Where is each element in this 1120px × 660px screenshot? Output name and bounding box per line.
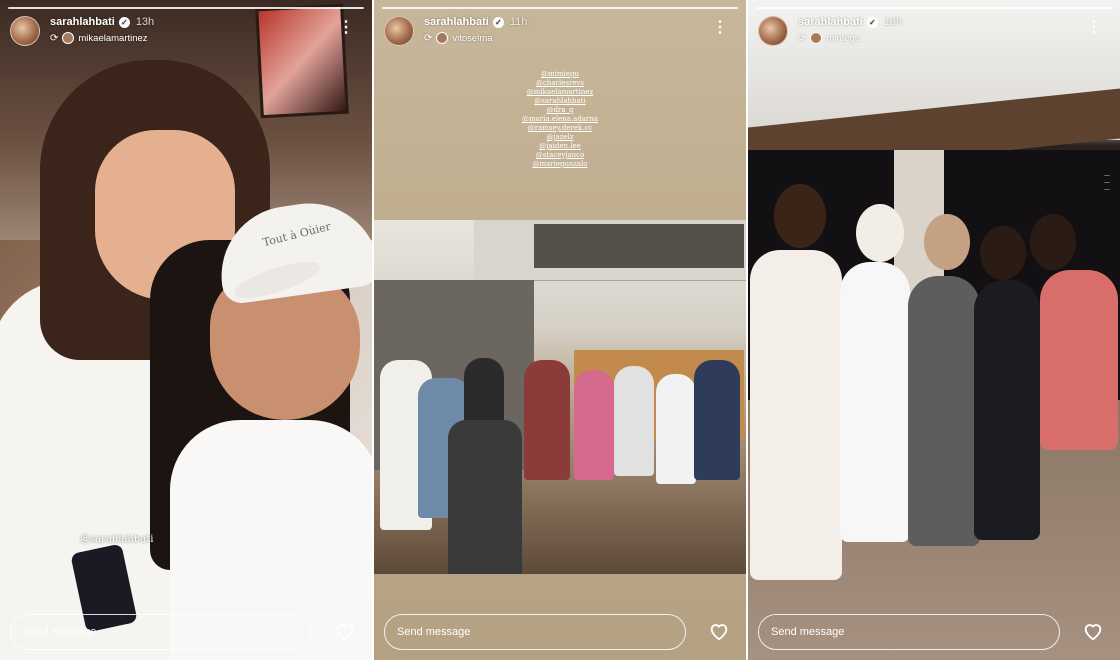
story-footer: Send message <box>10 612 362 652</box>
story-header: sarahlahbati ✓ 10h ⟳ mimegu ⋮ <box>758 14 1110 50</box>
source-username[interactable]: vitoselma <box>452 33 492 44</box>
story-footer: Send message <box>384 612 736 652</box>
tag-mention[interactable]: @dra_g <box>374 106 746 115</box>
person-head <box>980 226 1026 280</box>
tag-mention[interactable]: @jaiden.lee <box>374 142 746 151</box>
story-header: sarahlahbati ✓ 11h ⟳ vitoselma ⋮ <box>384 14 736 50</box>
person <box>908 276 980 546</box>
person <box>694 360 740 480</box>
story-footer: Send message <box>758 612 1110 652</box>
person-head <box>774 184 826 248</box>
send-message-input[interactable]: Send message <box>384 614 686 650</box>
person <box>448 420 522 574</box>
ceiling-mirror <box>534 224 744 268</box>
white-cap <box>856 204 904 262</box>
heart-icon[interactable] <box>334 620 356 642</box>
story-progress-bar <box>756 7 1112 9</box>
post-time: 11h <box>509 16 528 28</box>
repost-icon: ⟳ <box>798 32 807 44</box>
username[interactable]: sarahlahbati <box>50 16 115 28</box>
heart-icon[interactable] <box>1082 620 1104 642</box>
person <box>574 370 614 480</box>
username[interactable]: sarahlahbati <box>424 16 489 28</box>
story-panel-2[interactable]: @mimiegu @charlesrevs @mikaelamartinez @… <box>374 0 746 660</box>
repost-source[interactable]: ⟳ mimegu <box>798 32 860 44</box>
person-head <box>1030 214 1076 270</box>
person <box>974 280 1040 540</box>
story-progress-bar <box>8 7 364 9</box>
story-progress-bar <box>382 7 738 9</box>
story-panel-3[interactable]: — — — sarahlahbati ✓ 10h ⟳ mimegu ⋮ Send mes… <box>748 0 1120 660</box>
avatar[interactable] <box>384 16 414 46</box>
more-options-icon[interactable]: ⋮ <box>338 20 354 36</box>
tag-mention[interactable]: @mikaelamartinez <box>374 88 746 97</box>
mention-sticker[interactable]: @sarahlahbati <box>80 534 153 545</box>
username[interactable]: sarahlahbati <box>798 16 863 28</box>
small-tag-overlay: — — — <box>1104 172 1110 193</box>
tag-list: @mimiegu @charlesrevs @mikaelamartinez @… <box>374 70 746 169</box>
verified-badge-icon: ✓ <box>492 16 504 28</box>
group-of-people <box>374 330 746 574</box>
person <box>614 366 654 476</box>
person <box>750 250 842 580</box>
post-time: 10h <box>883 16 903 28</box>
source-username[interactable]: mikaelamartinez <box>78 33 147 44</box>
verified-badge-icon: ✓ <box>118 16 130 28</box>
story-photo-group-dinner <box>374 220 746 574</box>
tag-mention[interactable]: @mimiegu <box>374 70 746 79</box>
tag-mention[interactable]: @ramsey.derek.cc <box>374 124 746 133</box>
tag-mention[interactable]: @mariegonzalo <box>374 160 746 169</box>
repost-icon: ⟳ <box>424 32 433 44</box>
source-avatar <box>62 32 75 44</box>
more-options-icon[interactable]: ⋮ <box>712 20 728 36</box>
avatar[interactable] <box>10 16 40 46</box>
tag-mention[interactable]: @jazelz <box>374 133 746 142</box>
source-avatar <box>436 32 449 44</box>
tag-mention[interactable]: @sarahlahbati <box>374 97 746 106</box>
repost-source[interactable]: ⟳ mikaelamartinez <box>50 32 148 44</box>
username-row: sarahlahbati ✓ 11h <box>424 16 527 28</box>
repost-icon: ⟳ <box>50 32 59 44</box>
person-head <box>924 214 970 270</box>
tag-mention[interactable]: @maria.elena.adarna <box>374 115 746 124</box>
heart-icon[interactable] <box>708 620 730 642</box>
person <box>1040 270 1118 450</box>
post-time: 13h <box>135 16 155 28</box>
source-avatar <box>810 32 823 44</box>
tag-mention[interactable]: @staceyjanco <box>374 151 746 160</box>
send-message-input[interactable]: Send message <box>10 614 312 650</box>
source-username[interactable]: mimegu <box>826 33 860 44</box>
username-row: sarahlahbati ✓ 10h <box>798 16 902 28</box>
repost-source[interactable]: ⟳ vitoselma <box>424 32 493 44</box>
username-row: sarahlahbati ✓ 13h <box>50 16 154 28</box>
person <box>656 374 696 484</box>
send-message-input[interactable]: Send message <box>758 614 1060 650</box>
story-photo-selfie: Tout à Oùier @sarahlahbati <box>0 0 372 660</box>
person <box>840 262 910 542</box>
more-options-icon[interactable]: ⋮ <box>1086 20 1102 36</box>
story-header: sarahlahbati ✓ 13h ⟳ mikaelamartinez ⋮ <box>10 14 362 50</box>
verified-badge-icon: ✓ <box>866 16 878 28</box>
avatar[interactable] <box>758 16 788 46</box>
tag-mention[interactable]: @charlesrevs <box>374 79 746 88</box>
story-panel-1[interactable]: Tout à Oùier @sarahlahbati sarahlahbati ✓… <box>0 0 372 660</box>
person <box>524 360 570 480</box>
